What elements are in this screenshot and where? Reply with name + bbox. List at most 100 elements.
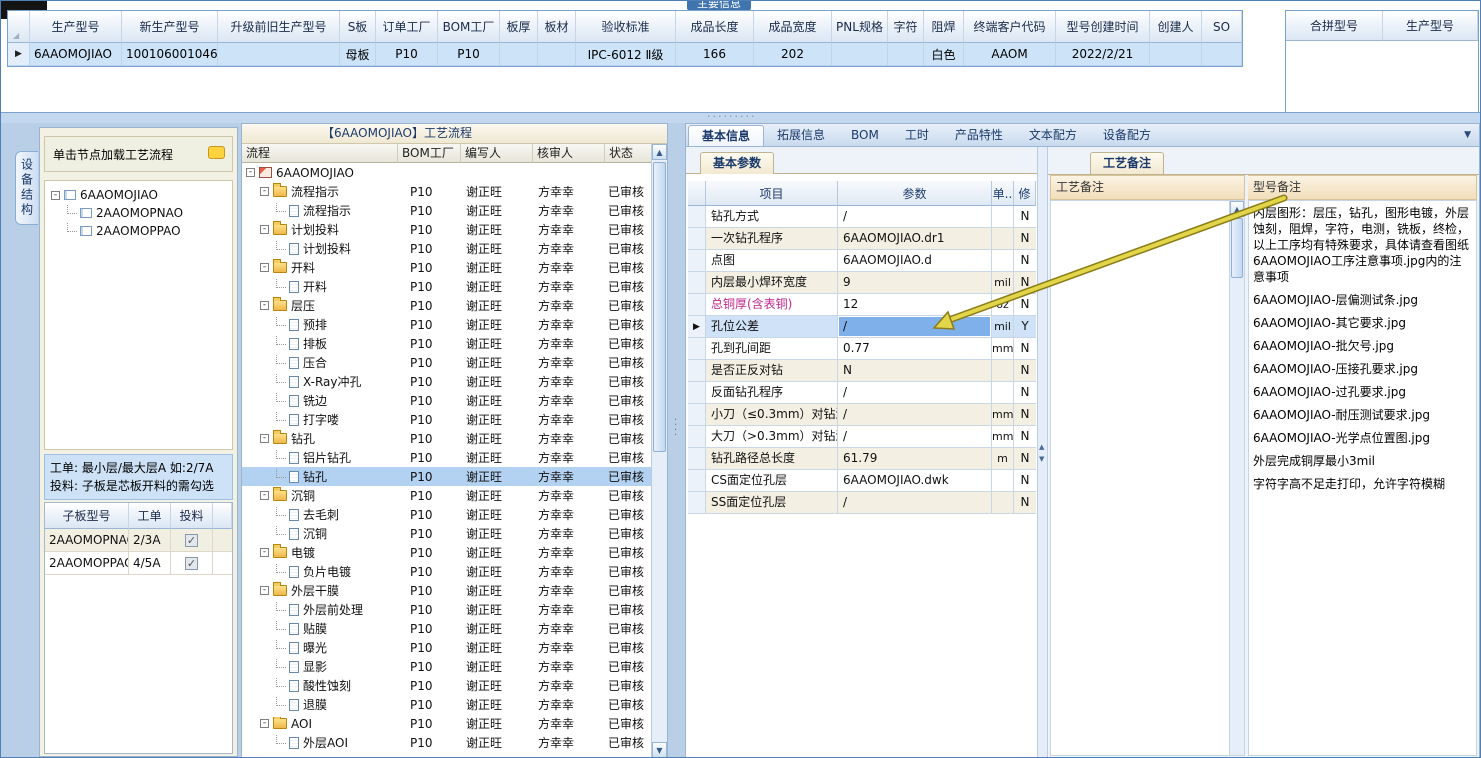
flow-row-folder[interactable]: - AOI P10 谢正旺 方幸幸 已审核 <box>242 714 651 733</box>
param-value-cell[interactable]: / <box>838 492 992 514</box>
info-tab-5[interactable]: 文本配方 <box>1016 125 1090 146</box>
param-column-header[interactable]: 修 <box>1014 181 1036 206</box>
top-grid-column-header[interactable]: PNL规格 <box>832 11 888 43</box>
top-grid-cell[interactable]: 母板 <box>340 43 376 65</box>
param-row[interactable]: 钻孔方式 / N <box>688 206 1036 228</box>
param-value-cell[interactable]: / <box>838 206 992 228</box>
top-grid-column-header[interactable]: 成品长度 <box>676 11 754 43</box>
top-grid-column-header[interactable]: 订单工厂 <box>376 11 438 43</box>
flow-row-leaf[interactable]: 显影 P10 谢正旺 方幸幸 已审核 <box>242 657 651 676</box>
flow-scrollbar[interactable]: ▲ ▼ <box>651 144 667 757</box>
sub-table-row[interactable]: 2AAOMOPPAO 4/5A ✓ <box>45 552 232 575</box>
param-row[interactable]: ▶ 孔位公差 / mil Y <box>688 316 1036 338</box>
scrollbar-thumb[interactable] <box>1231 218 1243 278</box>
left-tree-root[interactable]: - 6AAOMOJIAO <box>51 186 232 204</box>
param-value-cell[interactable]: / <box>838 316 992 338</box>
flow-row-leaf[interactable]: 铣边 P10 谢正旺 方幸幸 已审核 <box>242 391 651 410</box>
top-grid-cell[interactable]: AAOM <box>964 43 1056 65</box>
feed-checkbox[interactable]: ✓ <box>185 556 198 570</box>
top-grid-column-header[interactable]: 新生产型号 <box>122 11 218 43</box>
flow-row-folder[interactable]: - 外层干膜 P10 谢正旺 方幸幸 已审核 <box>242 581 651 600</box>
param-row[interactable]: CS面定位孔层 6AAOMOJIAO.dwk N <box>688 470 1036 492</box>
expand-toggle-icon[interactable]: - <box>260 225 269 234</box>
param-value-cell[interactable]: / <box>838 404 992 426</box>
model-grid-row[interactable]: ▶6AAOMOJIAO10010600104629母板P10P10IPC-601… <box>8 43 1242 66</box>
top-grid-column-header[interactable]: 字符 <box>888 11 924 43</box>
flow-row-folder[interactable]: - 电镀 P10 谢正旺 方幸幸 已审核 <box>242 543 651 562</box>
process-notes-scrollbar[interactable]: ▲ <box>1229 201 1244 755</box>
scroll-up-icon[interactable]: ▲ <box>1039 443 1044 451</box>
flow-row-folder[interactable]: - 钻孔 P10 谢正旺 方幸幸 已审核 <box>242 429 651 448</box>
expand-toggle-icon[interactable]: - <box>260 491 269 500</box>
tab-device-structure[interactable]: 设备结构 <box>15 151 38 225</box>
top-grid-cell[interactable]: 202 <box>754 43 832 65</box>
flow-row-folder[interactable]: - 流程指示 P10 谢正旺 方幸幸 已审核 <box>242 182 651 201</box>
top-grid-cell[interactable]: P10 <box>438 43 500 65</box>
expand-toggle-icon[interactable]: - <box>246 168 255 177</box>
param-row[interactable]: 小刀（≤0.3mm）对钻深度/mmN <box>688 404 1036 426</box>
flow-row-leaf[interactable]: 外层AOI P10 谢正旺 方幸幸 已审核 <box>242 733 651 752</box>
top-grid-column-header[interactable]: BOM工厂 <box>438 11 500 43</box>
top-grid-cell[interactable] <box>1150 43 1202 65</box>
param-row[interactable]: 钻孔路径总长度 61.79 m N <box>688 448 1036 470</box>
expand-toggle-icon[interactable]: - <box>260 719 269 728</box>
expand-toggle-icon[interactable]: - <box>260 263 269 272</box>
flow-column-header[interactable]: BOM工厂 <box>398 144 461 163</box>
top-grid-cell[interactable]: 2022/2/21 <box>1056 43 1150 65</box>
flow-row-leaf[interactable]: 计划投料 P10 谢正旺 方幸幸 已审核 <box>242 239 651 258</box>
sub-table-column-header[interactable]: 子板型号 <box>45 503 129 529</box>
param-notes-splitter[interactable]: ▲ ▼ <box>1038 147 1048 757</box>
top-grid-cell[interactable]: 166 <box>676 43 754 65</box>
top-grid-cell[interactable]: P10 <box>376 43 438 65</box>
flow-row-leaf[interactable]: 去毛刺 P10 谢正旺 方幸幸 已审核 <box>242 505 651 524</box>
flow-column-header[interactable]: 流程 <box>242 144 398 163</box>
info-tab-4[interactable]: 产品特性 <box>942 125 1016 146</box>
param-value-cell[interactable]: / <box>838 382 992 404</box>
expand-toggle-icon[interactable]: - <box>260 586 269 595</box>
vertical-splitter[interactable]: · · · · <box>668 123 685 757</box>
flow-row-leaf[interactable]: 铝片钻孔 P10 谢正旺 方幸幸 已审核 <box>242 448 651 467</box>
flow-row-leaf[interactable]: 压合 P10 谢正旺 方幸幸 已审核 <box>242 353 651 372</box>
flow-row-leaf[interactable]: 沉铜 P10 谢正旺 方幸幸 已审核 <box>242 524 651 543</box>
info-tab-2[interactable]: BOM <box>838 125 892 146</box>
flow-row-leaf[interactable]: 流程指示 P10 谢正旺 方幸幸 已审核 <box>242 201 651 220</box>
top-grid-column-header[interactable]: 升级前旧生产型号 <box>218 11 340 43</box>
param-row[interactable]: 内层最小焊环宽度 9 mil N <box>688 272 1036 294</box>
flow-row-leaf[interactable]: 开料 P10 谢正旺 方幸幸 已审核 <box>242 277 651 296</box>
flow-column-header[interactable]: 核审人 <box>533 144 605 163</box>
top-grid-cell[interactable]: 白色 <box>924 43 964 65</box>
scroll-up-icon[interactable]: ▲ <box>652 144 667 160</box>
info-tab-1[interactable]: 拓展信息 <box>764 125 838 146</box>
param-row[interactable]: SS面定位孔层 / N <box>688 492 1036 514</box>
flow-row-leaf[interactable]: 预排 P10 谢正旺 方幸幸 已审核 <box>242 315 651 334</box>
top-grid-cell[interactable]: IPC-6012 Ⅱ级 <box>576 43 676 65</box>
param-value-cell[interactable]: 6AAOMOJIAO.dwk <box>838 470 992 492</box>
param-value-cell[interactable]: 6AAOMOJIAO.dr1 <box>838 228 992 250</box>
top-grid-cell[interactable]: 6AAOMOJIAO <box>30 43 122 65</box>
flow-row-leaf[interactable]: 排板 P10 谢正旺 方幸幸 已审核 <box>242 334 651 353</box>
expand-toggle-icon[interactable]: - <box>260 548 269 557</box>
flow-column-header[interactable]: 编写人 <box>461 144 533 163</box>
tab-basic-params[interactable]: 基本参数 <box>700 152 775 174</box>
info-tab-3[interactable]: 工时 <box>892 125 942 146</box>
flow-row-folder[interactable]: - 计划投料 P10 谢正旺 方幸幸 已审核 <box>242 220 651 239</box>
param-value-cell[interactable]: 61.79 <box>838 448 992 470</box>
flow-row-folder[interactable]: - 开料 P10 谢正旺 方幸幸 已审核 <box>242 258 651 277</box>
merge-grid-column-header[interactable]: 生产型号 <box>1383 11 1478 41</box>
top-grid-cell[interactable] <box>1202 43 1242 65</box>
top-grid-column-header[interactable]: 成品宽度 <box>754 11 832 43</box>
top-grid-cell[interactable] <box>500 43 538 65</box>
param-row[interactable]: 点图 6AAOMOJIAO.d N <box>688 250 1036 272</box>
param-column-header[interactable]: 单.. <box>992 181 1014 206</box>
flow-row-leaf[interactable]: 酸性蚀刻 P10 谢正旺 方幸幸 已审核 <box>242 676 651 695</box>
feed-checkbox[interactable]: ✓ <box>185 533 198 547</box>
top-grid-cell[interactable] <box>538 43 576 65</box>
flow-row-leaf[interactable]: X-Ray冲孔 P10 谢正旺 方幸幸 已审核 <box>242 372 651 391</box>
param-row[interactable]: 总铜厚(含表铜) 12 oz N <box>688 294 1036 316</box>
top-grid-column-header[interactable]: S板 <box>340 11 376 43</box>
param-row[interactable]: 是否正反对钻 N N <box>688 360 1036 382</box>
scroll-up-icon[interactable]: ▲ <box>1230 201 1244 217</box>
scroll-down-icon[interactable]: ▼ <box>1039 455 1044 463</box>
expand-toggle-icon[interactable]: - <box>260 434 269 443</box>
param-row[interactable]: 一次钻孔程序 6AAOMOJIAO.dr1 N <box>688 228 1036 250</box>
